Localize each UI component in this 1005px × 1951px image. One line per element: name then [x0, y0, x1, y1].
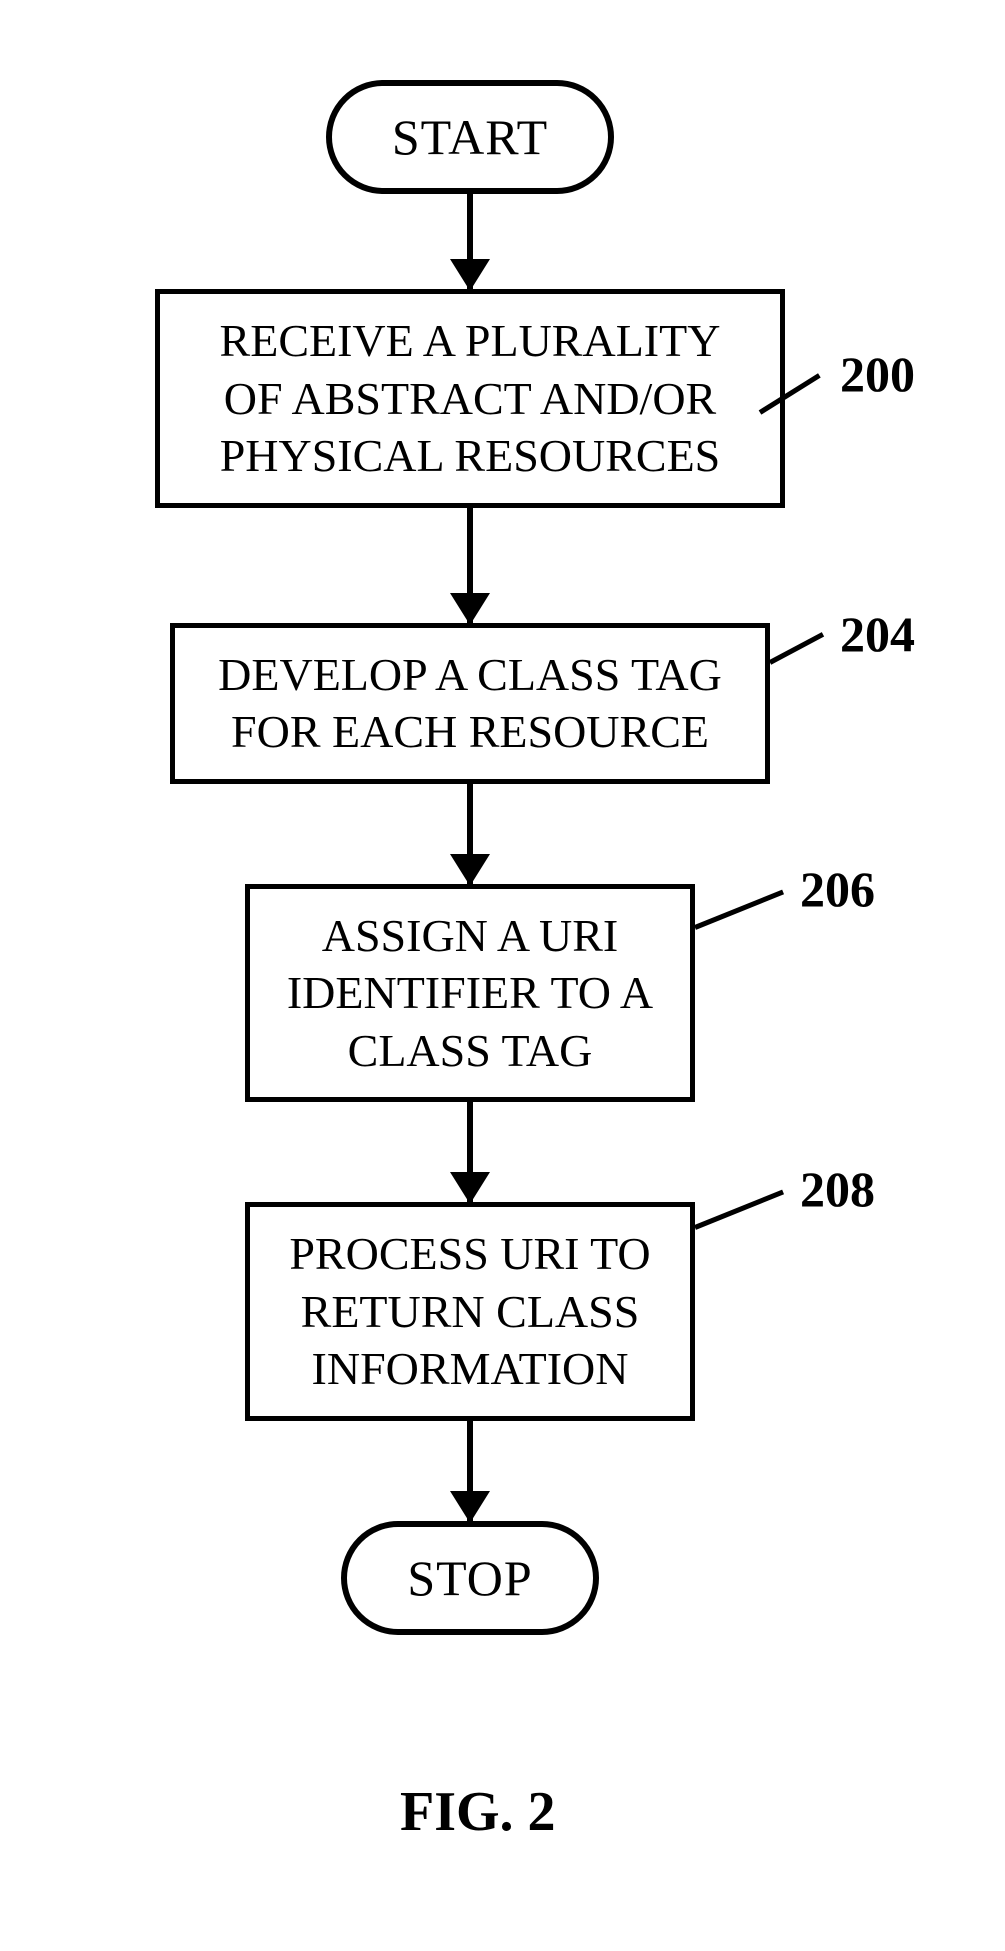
process-step-1-text: DEVELOP A CLASS TAG FOR EACH RESOURCE — [218, 649, 722, 758]
ref-label-200: 200 — [840, 345, 915, 403]
process-step-3-text: PROCESS URI TO RETURN CLASS INFORMATION — [289, 1228, 650, 1394]
process-step-0: RECEIVE A PLURALITY OF ABSTRACT AND/OR P… — [155, 289, 785, 508]
arrow — [467, 1421, 473, 1521]
process-step-0-text: RECEIVE A PLURALITY OF ABSTRACT AND/OR P… — [220, 315, 721, 481]
arrow — [467, 784, 473, 884]
start-terminator: START — [326, 80, 614, 194]
ref-label-208: 208 — [800, 1160, 875, 1218]
process-step-2-text: ASSIGN A URI IDENTIFIER TO A CLASS TAG — [287, 910, 653, 1076]
start-label: START — [392, 109, 548, 165]
arrow — [467, 194, 473, 289]
stop-label: STOP — [407, 1550, 532, 1606]
arrow — [467, 1102, 473, 1202]
stop-terminator: STOP — [341, 1521, 598, 1635]
flowchart: START RECEIVE A PLURALITY OF ABSTRACT AN… — [110, 80, 830, 1635]
ref-label-204: 204 — [840, 605, 915, 663]
ref-label-206: 206 — [800, 860, 875, 918]
process-step-3: PROCESS URI TO RETURN CLASS INFORMATION — [245, 1202, 695, 1421]
figure-caption: FIG. 2 — [400, 1780, 556, 1844]
process-step-1: DEVELOP A CLASS TAG FOR EACH RESOURCE — [170, 623, 770, 784]
arrow — [467, 508, 473, 623]
process-step-2: ASSIGN A URI IDENTIFIER TO A CLASS TAG — [245, 884, 695, 1103]
